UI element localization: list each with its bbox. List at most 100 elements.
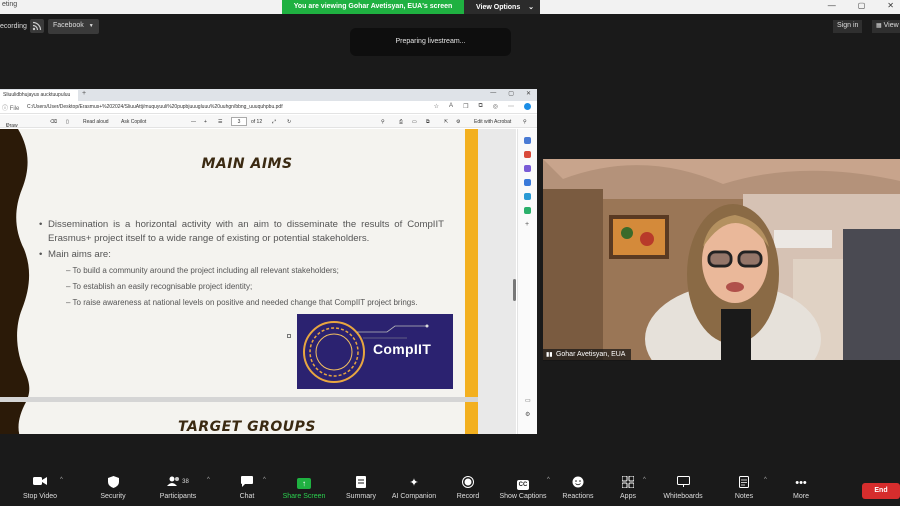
page-view-icon[interactable]: ▯ <box>66 119 69 125</box>
more-dots-icon: ••• <box>795 477 807 489</box>
share-screen-icon: ↑ <box>280 476 328 490</box>
caret-up-icon[interactable]: ^ <box>207 477 210 483</box>
favorite-star-icon[interactable]: ☆ <box>434 103 439 110</box>
sub-item-text: To raise awareness at national levels on… <box>72 298 418 307</box>
zoom-out-button[interactable]: — <box>191 119 196 125</box>
record-button[interactable]: Record <box>454 476 482 500</box>
apps-icon <box>617 475 639 490</box>
add-sidebar-icon[interactable]: + <box>525 221 529 228</box>
sign-in-button[interactable]: Sign in <box>833 20 863 33</box>
more-button[interactable]: ••• More <box>789 476 813 500</box>
address-bar-icons: ☆ A ❐ ⧉ ◎ ⋯ <box>434 103 531 110</box>
window-title: eting <box>2 1 18 8</box>
browser-close-button[interactable]: ✕ <box>526 90 531 97</box>
ask-copilot-button[interactable]: Ask Copilot <box>121 119 146 125</box>
browser-minimize-button[interactable]: — <box>490 90 496 97</box>
tab-title: Sliuulidbhujayus aucktuupuluu <box>3 92 71 98</box>
sidebar-layout-icon[interactable]: ▭ <box>525 397 531 404</box>
read-aloud-icon[interactable]: A <box>449 103 453 110</box>
video-camera-icon <box>18 476 62 490</box>
apps-button[interactable]: Apps ^ <box>617 475 646 500</box>
copilot-icon[interactable] <box>524 103 531 110</box>
save-icon[interactable]: ▭ <box>412 119 417 125</box>
settings-dots-icon[interactable]: ⋯ <box>508 103 514 110</box>
page-total: of 12 <box>251 119 263 125</box>
toolbox-icon[interactable] <box>524 151 531 158</box>
sidebar-settings-icon[interactable]: ⚙ <box>525 411 530 418</box>
maximize-button[interactable]: ▢ <box>858 1 866 10</box>
view-options-button[interactable]: View Options ⌄ <box>464 0 540 14</box>
url-field[interactable]: C:/Users/User/Desktop/Erasmus+%202024/Sl… <box>27 104 283 110</box>
caret-up-icon[interactable]: ^ <box>60 477 63 483</box>
games-icon[interactable] <box>524 165 531 172</box>
close-button[interactable]: ✕ <box>887 1 894 10</box>
whiteboards-button[interactable]: Whiteboards <box>660 476 706 500</box>
toc-icon[interactable]: ☰ <box>218 119 222 125</box>
collections-icon[interactable]: ❐ <box>463 103 468 110</box>
caret-up-icon[interactable]: ^ <box>263 477 266 483</box>
screen-share-banner: You are viewing Gohar Avetisyan, EUA's s… <box>282 0 540 14</box>
read-aloud-button[interactable]: Read aloud <box>83 119 109 125</box>
info-icon[interactable]: ⓘ File <box>2 103 19 112</box>
share-screen-button[interactable]: ↑ Share Screen <box>280 476 328 500</box>
pdf-scrollbar[interactable] <box>513 279 516 301</box>
logo-text: CompIIT <box>373 341 432 357</box>
toolbar-label: Apps <box>620 493 636 500</box>
reactions-button[interactable]: Reactions <box>561 476 595 500</box>
security-button[interactable]: Security <box>95 476 131 500</box>
save-as-icon[interactable]: ⧉ <box>426 119 430 125</box>
caret-up-icon[interactable]: ^ <box>643 477 646 483</box>
participants-button[interactable]: 38 Participants ^ <box>155 476 210 500</box>
stop-video-button[interactable]: Stop Video ^ <box>18 476 63 500</box>
minimize-button[interactable]: — <box>828 1 836 10</box>
meeting-toolbar: Stop Video ^ Security 38 Participants ^ … <box>0 473 900 506</box>
participant-video[interactable] <box>543 159 900 360</box>
gear-icon[interactable]: ⚙ <box>456 119 460 125</box>
fit-page-icon[interactable]: ⤢ <box>272 119 276 125</box>
pin-icon[interactable]: ⇱ <box>444 119 448 125</box>
toolbar-label: Summary <box>346 493 376 500</box>
rotate-icon[interactable]: ↻ <box>287 119 291 125</box>
print-icon[interactable]: ⎙ <box>399 119 403 125</box>
edit-with-acrobat-button[interactable]: Edit with Acrobat <box>474 119 511 125</box>
sparkle-icon: ✦ <box>409 477 419 489</box>
show-captions-button[interactable]: CC Show Captions ^ <box>497 476 549 500</box>
chat-button[interactable]: Chat ^ <box>233 476 266 500</box>
sidebar-search-icon[interactable]: ⚲ <box>523 119 527 125</box>
outlook-icon[interactable] <box>524 193 531 200</box>
search-icon[interactable]: ⚲ <box>381 119 385 125</box>
drop-icon[interactable] <box>524 207 531 214</box>
participant-count: 38 <box>182 479 189 485</box>
toolbar-label: Reactions <box>562 493 594 500</box>
tag-icon[interactable] <box>524 137 531 144</box>
browser-tab[interactable]: Sliuulidbhujayus aucktuupuluu <box>0 90 78 101</box>
view-button[interactable]: ▦ View <box>872 20 900 33</box>
facebook-dropdown[interactable]: Facebook ▼ <box>48 19 99 34</box>
ai-companion-button[interactable]: ✦ AI Companion <box>389 476 439 500</box>
pdf-viewer[interactable]: MAIN AIMS • Dissemination is a horizontal… <box>0 129 516 434</box>
pdf-toolbar: ▿ Draw ⌫ ▯ Read aloud Ask Copilot — + ☰ … <box>0 115 537 129</box>
microsoft-365-icon[interactable] <box>524 179 531 186</box>
notes-button[interactable]: Notes ^ <box>732 476 767 500</box>
browser-maximize-button[interactable]: ▢ <box>508 90 514 97</box>
caret-up-icon[interactable]: ^ <box>547 477 550 483</box>
sub-item-text: To build a community around the project … <box>72 266 339 275</box>
page-number-input[interactable]: 3 <box>231 117 247 126</box>
caret-up-icon[interactable]: ^ <box>764 477 767 483</box>
chevron-down-icon: ⌄ <box>528 4 535 11</box>
livestream-rss-icon[interactable] <box>30 19 44 33</box>
zoom-meeting-window: eting — ▢ ✕ You are viewing Gohar Avetis… <box>0 0 900 506</box>
next-slide-heading: TARGET GROUPS <box>178 419 316 434</box>
participant-name-tag: ▮▮ Gohar Avetisyan, EUA <box>543 349 632 361</box>
profile-icon[interactable]: ◎ <box>493 103 498 110</box>
toolbar-label: Participants <box>159 493 197 500</box>
pdf-page: MAIN AIMS • Dissemination is a horizontal… <box>0 129 478 397</box>
zoom-in-button[interactable]: + <box>204 119 207 125</box>
summary-button[interactable]: Summary <box>343 476 379 500</box>
extensions-icon[interactable]: ⧉ <box>478 103 482 110</box>
toolbar-label: Stop Video <box>22 493 58 500</box>
livestream-status: Preparing livestream... <box>350 28 511 56</box>
end-meeting-button[interactable]: End <box>862 483 900 499</box>
erase-icon[interactable]: ⌫ <box>50 119 57 125</box>
new-tab-button[interactable]: + <box>82 90 86 97</box>
